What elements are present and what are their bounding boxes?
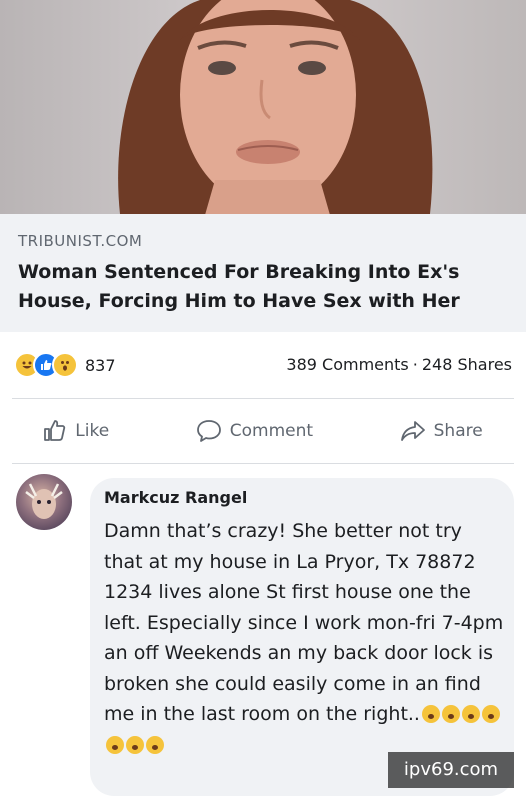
divider bbox=[12, 463, 514, 464]
share-count[interactable]: 248 Shares bbox=[422, 355, 512, 374]
scream-face-icon bbox=[441, 705, 460, 723]
wow-icon bbox=[52, 352, 78, 378]
avatar-image bbox=[25, 483, 63, 519]
comment-bubble: Markcuz Rangel Damn that’s crazy! She be… bbox=[90, 478, 514, 796]
speech-bubble-icon bbox=[196, 420, 221, 442]
comment-text: Damn that’s crazy! She better not try th… bbox=[104, 516, 504, 760]
comment-button[interactable]: Comment bbox=[196, 419, 313, 443]
divider bbox=[12, 398, 514, 399]
share-button[interactable]: Share bbox=[400, 419, 483, 443]
post-image[interactable] bbox=[0, 0, 526, 214]
reaction-count[interactable]: 837 bbox=[85, 356, 116, 375]
count-separator: · bbox=[412, 355, 418, 374]
post-actions: Like Comment Share bbox=[0, 400, 526, 462]
like-label: Like bbox=[75, 421, 110, 441]
watermark: ipv69.com bbox=[388, 752, 514, 788]
laughing-face-icon bbox=[126, 735, 144, 754]
link-preview[interactable]: TRIBUNIST.COM Woman Sentenced For Breaki… bbox=[0, 214, 526, 332]
like-button[interactable]: Like bbox=[43, 419, 109, 443]
comment-author[interactable]: Markcuz Rangel bbox=[104, 488, 247, 507]
laughing-face-icon bbox=[146, 735, 164, 754]
comment-body: Damn that’s crazy! She better not try th… bbox=[104, 520, 504, 725]
post-stats: 837 389 Comments · 248 Shares bbox=[0, 345, 526, 385]
relieved-face-icon bbox=[106, 735, 124, 754]
thumbs-up-icon bbox=[44, 420, 66, 441]
relieved-face-icon bbox=[481, 705, 500, 723]
reactions-summary[interactable]: 837 bbox=[14, 352, 116, 378]
wow-face-icon bbox=[421, 705, 440, 723]
link-domain: TRIBUNIST.COM bbox=[18, 232, 143, 250]
share-arrow-icon bbox=[400, 421, 425, 441]
link-headline[interactable]: Woman Sentenced For Breaking Into Ex's H… bbox=[18, 258, 513, 316]
squint-face-icon bbox=[461, 705, 480, 723]
share-label: Share bbox=[433, 421, 483, 441]
engagement-counts: 389 Comments · 248 Shares bbox=[284, 355, 514, 374]
comment-label: Comment bbox=[229, 421, 314, 441]
mugshot-photo bbox=[118, 0, 433, 214]
avatar[interactable] bbox=[16, 474, 72, 530]
comment-count[interactable]: 389 Comments bbox=[286, 355, 408, 374]
